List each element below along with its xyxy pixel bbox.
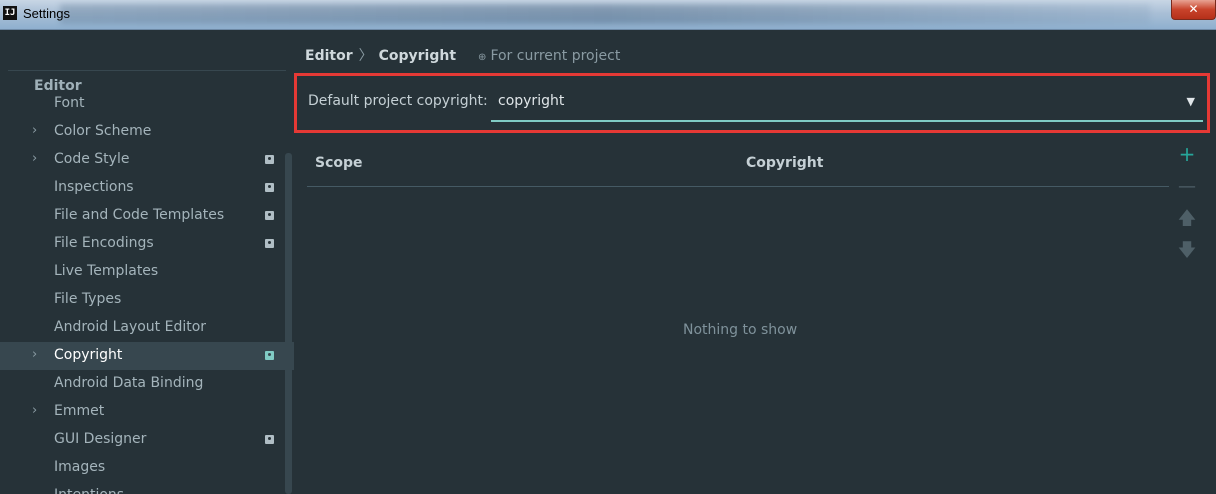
sidebar-item-label: Android Layout Editor [54, 319, 207, 335]
breadcrumb: Editor 〉 Copyright ⊕ For current project [305, 45, 620, 65]
project-scope-icon: ⊕ [478, 52, 487, 63]
title-bar-background [60, 4, 1150, 24]
title-bar: IJ Settings ✕ [0, 0, 1216, 30]
settings-sidebar: Editor Font › Color Scheme › Code Style Inspe… [0, 31, 294, 494]
sidebar-item-label: GUI Designer [54, 431, 147, 447]
empty-table-message: Nothing to show [683, 322, 798, 338]
sidebar-item-label: Android Data Binding [54, 375, 204, 391]
project-level-icon [265, 155, 274, 164]
window-title: Settings [23, 6, 70, 21]
project-level-icon [265, 211, 274, 220]
move-down-icon[interactable]: 🡇 [1177, 241, 1197, 261]
chevron-right-icon[interactable]: › [32, 123, 37, 138]
sidebar-item[interactable]: Images [0, 454, 286, 482]
app-icon: IJ [3, 6, 17, 20]
sidebar-item[interactable]: GUI Designer [0, 426, 286, 454]
sidebar-item-label: Font [54, 95, 85, 111]
sidebar-scrollbar[interactable] [285, 153, 292, 494]
breadcrumb-separator-icon: 〉 [358, 48, 373, 64]
chevron-right-icon[interactable]: › [32, 347, 37, 362]
default-copyright-label: Default project copyright: [308, 93, 488, 109]
sidebar-item[interactable]: Font [0, 90, 286, 118]
project-level-icon [265, 435, 274, 444]
column-header-copyright[interactable]: Copyright [746, 155, 823, 171]
remove-icon[interactable]: — [1177, 177, 1197, 197]
sidebar-item[interactable]: File Types [0, 286, 286, 314]
sidebar-item[interactable]: › Emmet [0, 398, 286, 426]
sidebar-item-label: File Types [54, 291, 122, 307]
chevron-right-icon[interactable]: › [32, 151, 37, 166]
scope-note: For current project [490, 48, 621, 64]
sidebar-item[interactable]: Intentions [0, 482, 286, 494]
sidebar-divider [8, 70, 286, 71]
sidebar-item[interactable]: File Encodings [0, 230, 286, 258]
sidebar-item[interactable]: Android Layout Editor [0, 314, 286, 342]
project-level-icon [265, 239, 274, 248]
sidebar-item-label: Copyright [54, 347, 123, 363]
sidebar-item-label: File and Code Templates [54, 207, 225, 223]
dropdown-arrow-icon[interactable]: ▼ [1187, 95, 1195, 108]
sidebar-item[interactable]: › Code Style [0, 146, 286, 174]
sidebar-item[interactable]: Android Data Binding [0, 370, 286, 398]
table-header-divider [307, 186, 1169, 187]
default-copyright-dropdown[interactable]: copyright ▼ [491, 86, 1203, 122]
sidebar-item[interactable]: › Color Scheme [0, 118, 286, 146]
dropdown-value: copyright [498, 93, 565, 109]
sidebar-item-label: Color Scheme [54, 123, 152, 139]
sidebar-item-label: Inspections [54, 179, 134, 195]
close-button[interactable]: ✕ [1171, 0, 1216, 20]
project-level-icon [265, 351, 274, 360]
project-level-icon [265, 183, 274, 192]
sidebar-item-label: Emmet [54, 403, 105, 419]
scope-copyright-table: Scope Copyright Nothing to show [307, 146, 1169, 494]
move-up-icon[interactable]: 🡅 [1177, 209, 1197, 229]
chevron-right-icon[interactable]: › [32, 403, 37, 418]
sidebar-item-label: Images [54, 459, 106, 475]
sidebar-item[interactable]: Inspections [0, 174, 286, 202]
sidebar-item-label: Code Style [54, 151, 130, 167]
breadcrumb-current: Copyright [378, 48, 457, 64]
sidebar-item[interactable]: File and Code Templates [0, 202, 286, 230]
column-header-scope[interactable]: Scope [315, 155, 363, 171]
sidebar-item[interactable]: › Copyright [0, 342, 294, 370]
breadcrumb-parent[interactable]: Editor [305, 48, 353, 64]
sidebar-item-label: Intentions [54, 487, 124, 494]
add-icon[interactable]: + [1177, 144, 1197, 164]
dropdown-underline [491, 120, 1203, 122]
sidebar-item-label: File Encodings [54, 235, 154, 251]
sidebar-item-label: Live Templates [54, 263, 159, 279]
sidebar-item[interactable]: Live Templates [0, 258, 286, 286]
